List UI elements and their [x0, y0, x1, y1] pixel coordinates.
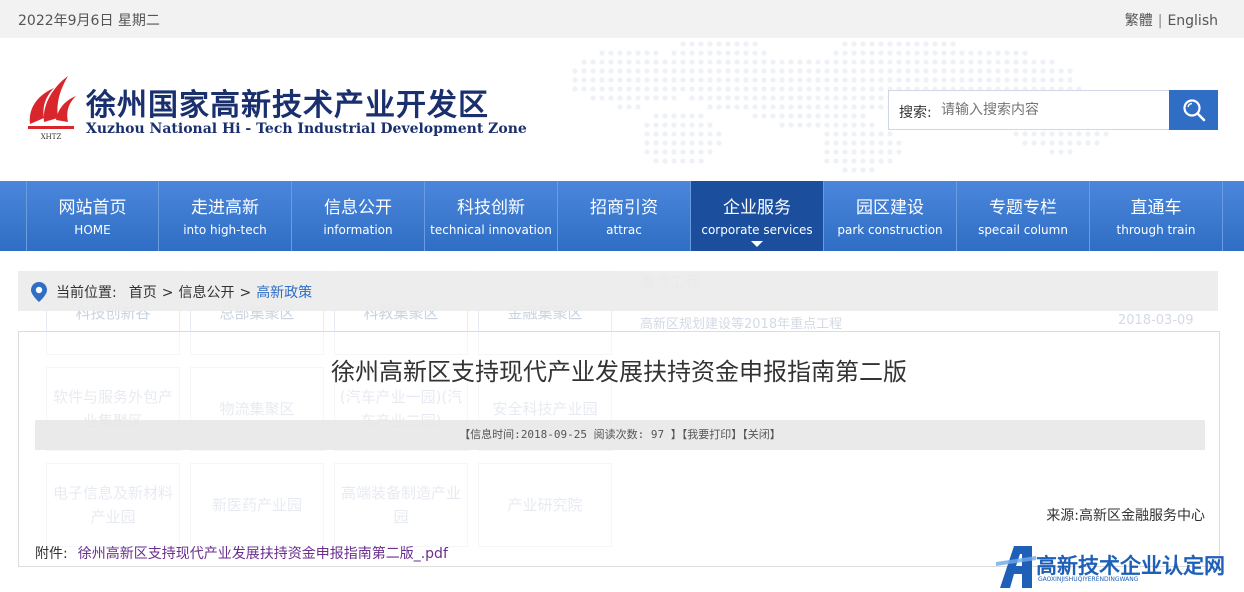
- nav-item-label-en: technical innovation: [430, 223, 552, 237]
- search-box: 搜索:: [888, 90, 1218, 130]
- nav-item-label-cn: 网站首页: [58, 198, 127, 218]
- meta-date: 2018-09-25: [520, 428, 588, 441]
- nav-item-4[interactable]: 招商引资 attrac: [558, 181, 691, 251]
- nav-item-label-en: HOME: [74, 223, 111, 237]
- bg-news-date: 2018-03-09: [1118, 313, 1194, 328]
- article-panel: 徐州高新区支持现代产业发展扶持资金申报指南第二版 【信息时间:2018-09-2…: [18, 331, 1220, 567]
- nav-item-label-cn: 走进高新: [191, 198, 259, 218]
- active-caret-icon: [751, 241, 763, 247]
- breadcrumb-current[interactable]: 高新政策: [256, 285, 312, 301]
- nav-item-label-cn: 招商引资: [590, 198, 658, 218]
- search-label: 搜索:: [899, 105, 932, 121]
- close-window-link[interactable]: 【关闭】: [742, 428, 781, 441]
- watermark-text-en: GAOXINJISHUQIYERENDINGWANG: [1038, 576, 1139, 583]
- print-link[interactable]: 【我要打印】: [682, 428, 743, 441]
- nav-item-2[interactable]: 信息公开 information: [292, 181, 425, 251]
- nav-item-0[interactable]: 网站首页 HOME: [26, 181, 159, 251]
- breadcrumb: 当前位置: 首页 > 信息公开 > 高新政策: [18, 271, 1218, 311]
- watermark-logo-icon: [996, 546, 1036, 588]
- nav-item-label-en: information: [323, 223, 393, 237]
- lang-english-link[interactable]: English: [1167, 13, 1218, 29]
- site-header: XHTZ 徐州国家高新技术产业开发区 Xuzhou National Hi - …: [0, 38, 1244, 181]
- logo-text: XHTZ: [41, 133, 62, 141]
- search-button[interactable]: [1169, 90, 1218, 130]
- search-icon: [1182, 99, 1205, 122]
- nav-item-label-en: corporate services: [701, 223, 813, 237]
- nav-item-label-en: specail column: [978, 223, 1068, 237]
- nav-item-label-cn: 专题专栏: [989, 198, 1057, 218]
- breadcrumb-separator: >: [161, 285, 174, 301]
- article-source: 来源:高新区金融服务中心: [1046, 508, 1205, 524]
- nav-item-label-en: attrac: [606, 223, 642, 237]
- article-meta: 【信息时间:2018-09-25 阅读次数: 97 】【我要打印】【关闭】: [35, 420, 1205, 450]
- bg-news-title: 高新区规划建设等2018年重点工程: [640, 317, 843, 332]
- site-name-cn: 徐州国家高新技术产业开发区: [86, 88, 489, 123]
- lang-separator: |: [1157, 13, 1163, 29]
- nav-item-5[interactable]: 企业服务 corporate services: [691, 181, 824, 251]
- breadcrumb-home[interactable]: 首页: [129, 285, 157, 301]
- breadcrumb-label: 当前位置:: [56, 285, 117, 301]
- site-logo[interactable]: XHTZ: [24, 72, 78, 142]
- nav-item-3[interactable]: 科技创新 technical innovation: [425, 181, 558, 251]
- meta-views: 97: [650, 428, 665, 441]
- nav-item-label-cn: 科技创新: [457, 198, 525, 218]
- nav-item-7[interactable]: 专题专栏 specail column: [957, 181, 1090, 251]
- nav-item-label-en: into high-tech: [183, 223, 267, 237]
- meta-close: 】: [670, 428, 682, 441]
- location-pin-icon: [31, 282, 47, 302]
- attachment-label: 附件:: [35, 546, 68, 562]
- meta-open: 【信息时间:: [459, 428, 521, 441]
- nav-item-label-cn: 直通车: [1130, 198, 1182, 218]
- meta-views-label: 阅读次数:: [593, 428, 645, 441]
- top-bar: 2022年9月6日 星期二 繁體 | English: [0, 0, 1244, 38]
- article-title: 徐州高新区支持现代产业发展扶持资金申报指南第二版: [331, 358, 907, 386]
- attachment-link[interactable]: 徐州高新区支持现代产业发展扶持资金申报指南第二版_.pdf: [78, 546, 448, 562]
- main-nav: 网站首页 HOME 走进高新 into high-tech 信息公开 informatio…: [0, 181, 1244, 251]
- nav-item-6[interactable]: 园区建设 park construction: [824, 181, 957, 251]
- nav-item-label-en: park construction: [837, 223, 943, 237]
- nav-item-label-en: through train: [1116, 223, 1196, 237]
- lang-traditional-link[interactable]: 繁體: [1125, 13, 1153, 29]
- site-name-en: Xuzhou National Hi - Tech Industrial Dev…: [86, 121, 527, 137]
- breadcrumb-info-public[interactable]: 信息公开: [178, 285, 234, 301]
- nav-item-label-cn: 信息公开: [324, 198, 392, 218]
- nav-item-1[interactable]: 走进高新 into high-tech: [159, 181, 292, 251]
- language-switcher: 繁體 | English: [1125, 10, 1218, 30]
- watermark: 高新技术企业认定网 GAOXINJISHUQIYERENDINGWANG: [996, 540, 1244, 592]
- nav-item-8[interactable]: 直通车 through train: [1090, 181, 1223, 251]
- nav-item-label-cn: 园区建设: [856, 198, 924, 218]
- attachment: 附件: 徐州高新区支持现代产业发展扶持资金申报指南第二版_.pdf: [35, 543, 448, 563]
- nav-item-label-cn: 企业服务: [723, 198, 791, 218]
- search-input[interactable]: [941, 97, 1161, 123]
- breadcrumb-separator: >: [239, 285, 252, 301]
- current-date: 2022年9月6日 星期二: [18, 13, 160, 29]
